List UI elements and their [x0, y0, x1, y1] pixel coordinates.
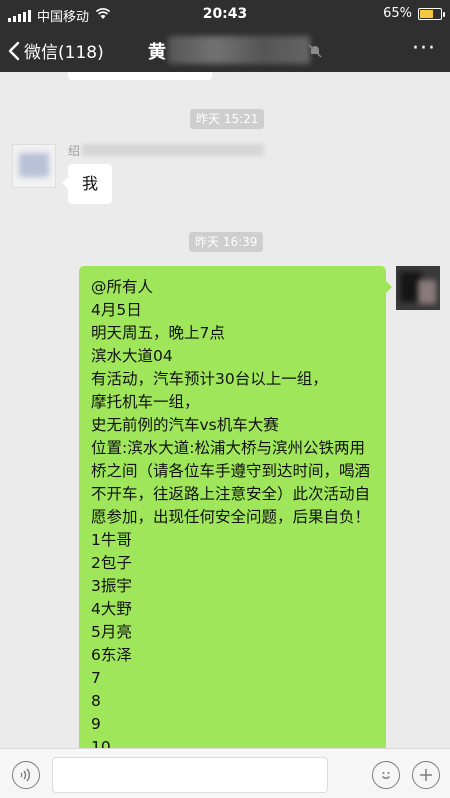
chat-area[interactable]: 昨天 15:21 绍 我 昨天 16:39 @所有人 4月5日 明天周五，晚上7… [0, 72, 450, 748]
sender-name: 绍 [68, 144, 81, 158]
timestamp: 昨天 15:21 [190, 109, 265, 129]
avatar[interactable] [12, 144, 56, 188]
battery-percent: 65% [383, 6, 412, 21]
back-chevron-icon [8, 41, 20, 60]
plus-button[interactable] [412, 761, 440, 789]
emoji-icon [373, 762, 399, 788]
input-bar [0, 748, 450, 798]
title-redaction [168, 36, 310, 64]
previous-message-bubble [68, 72, 212, 80]
plus-icon [413, 762, 439, 788]
back-button[interactable]: 微信(118) [8, 38, 104, 63]
status-bar: 中国移动 20:43 65% [0, 0, 450, 28]
voice-button[interactable] [12, 761, 40, 789]
timestamp: 昨天 16:39 [189, 232, 264, 252]
avatar[interactable] [396, 266, 440, 310]
mute-icon [308, 43, 322, 62]
incoming-message[interactable]: 我 [62, 164, 112, 204]
status-right: 65% [383, 6, 445, 21]
voice-icon [13, 762, 39, 788]
emoji-button[interactable] [372, 761, 400, 789]
chat-title: 黄 [148, 42, 166, 63]
outgoing-message[interactable]: @所有人 4月5日 明天周五，晚上7点 滨水大道04 有活动，汽车预计30台以上… [79, 266, 386, 748]
message-input[interactable] [52, 757, 328, 793]
back-label: 微信(118) [24, 43, 104, 63]
battery-icon [418, 7, 445, 20]
nav-bar: 微信(118) 黄 ··· [0, 28, 450, 72]
more-icon[interactable]: ··· [412, 36, 436, 61]
sender-name-redaction [82, 144, 264, 156]
outgoing-bubble-tail [386, 281, 392, 293]
